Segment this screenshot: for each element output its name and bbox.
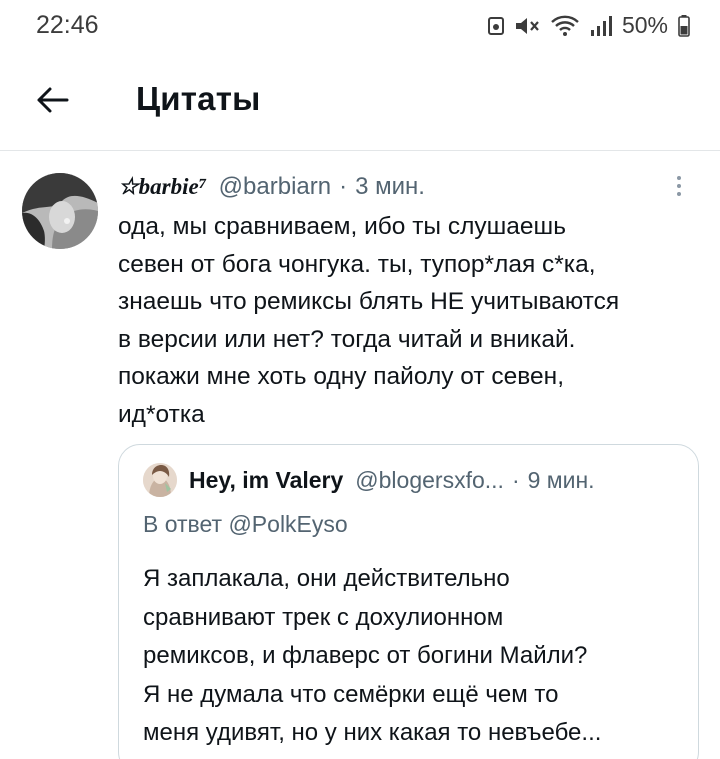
- quoted-handle: @blogersxfo...: [355, 467, 504, 493]
- tweet-text-line: ид*отка: [118, 400, 205, 428]
- tweet-text-line: ода, мы сравниваем, ибо ты слушаешь: [118, 213, 566, 240]
- mute-icon: [514, 15, 540, 37]
- quoted-avatar: [143, 463, 177, 497]
- separator-dot: ·: [511, 467, 520, 493]
- wifi-icon: [550, 15, 580, 37]
- quoted-header: Hey, im Valery @blogersxfo... · 9 мин.: [189, 467, 595, 494]
- tweet-text: ода, мы сравниваем, ибо ты слушаешь севе…: [118, 208, 708, 433]
- display-name[interactable]: ☆barbie⁷: [118, 174, 207, 200]
- status-icons: 50%: [487, 12, 690, 39]
- more-options-button[interactable]: [672, 173, 686, 203]
- tweet-text-line: севен от бога чонгука. ты, тупор*лая с*к…: [118, 250, 596, 278]
- quoted-text-line: меня удивят, но у них какая то невъебе..…: [143, 719, 602, 746]
- quoted-text-line: Я заплакала, они действительно: [143, 565, 510, 592]
- user-handle[interactable]: @barbiarn: [219, 173, 331, 201]
- quoted-text: Я заплакала, они действительно сравниваю…: [143, 560, 688, 753]
- quoted-reply-to: В ответ @PolkEyso: [143, 511, 348, 537]
- tweet-text-line: знаешь что ремиксы блять НЕ учитываются: [118, 288, 620, 315]
- tweet-text-line: в версии или нет? тогда читай и вникай.: [118, 325, 576, 353]
- battery-percent: 50%: [621, 12, 668, 38]
- battery-icon: [678, 14, 690, 37]
- quoted-text-line: Я не думала что семёрки ещё чем то: [143, 680, 559, 708]
- tweet-time[interactable]: 3 мин.: [355, 173, 425, 201]
- tweet-header: ☆barbie⁷ @barbiarn · 3 мин.: [118, 173, 425, 205]
- signal-icon: [590, 15, 612, 37]
- status-time: 22:46: [36, 11, 99, 39]
- tweet-text-line: покажи мне хоть одну пайолу от севен,: [118, 363, 565, 390]
- quoted-text-line: ремиксов, и флаверс от богини Майли?: [143, 642, 588, 669]
- page-title: Цитаты: [136, 80, 261, 117]
- separator-dot: ·: [339, 173, 348, 200]
- back-button[interactable]: [30, 80, 74, 124]
- more-vertical-icon: [672, 176, 686, 207]
- photo-notification-icon: [487, 16, 504, 36]
- arrow-left-icon: [35, 86, 69, 119]
- quoted-tweet-card[interactable]: Hey, im Valery @blogersxfo... · 9 мин. В…: [118, 444, 699, 759]
- avatar[interactable]: [22, 173, 98, 249]
- quoted-display-name: Hey, im Valery: [189, 467, 344, 493]
- quoted-text-line: сравнивают трек с дохулионном: [143, 603, 504, 631]
- app-header: Цитаты: [0, 52, 720, 150]
- tweet[interactable]: ☆barbie⁷ @barbiarn · 3 мин. ода, мы срав…: [0, 151, 720, 759]
- quoted-time: 9 мин.: [527, 467, 595, 493]
- status-bar: 22:46 50%: [0, 0, 720, 52]
